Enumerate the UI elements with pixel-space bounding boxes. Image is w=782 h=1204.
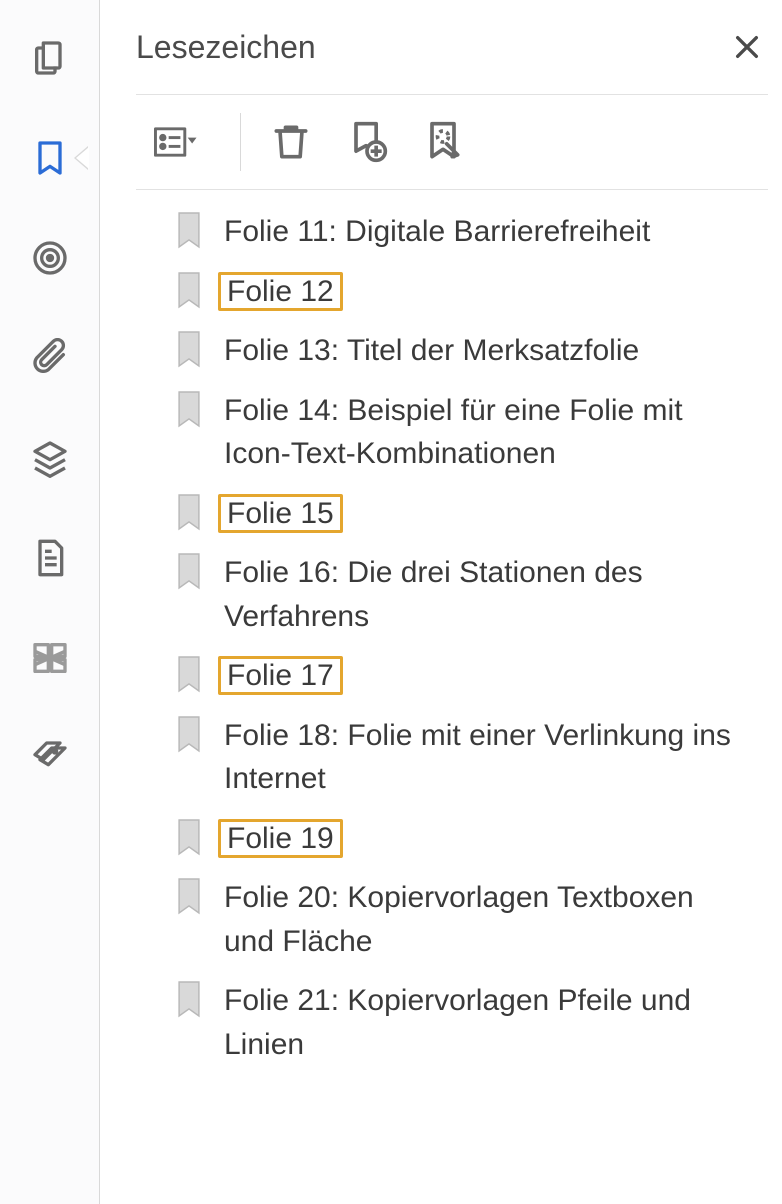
thumbnails-tab[interactable] — [26, 34, 74, 82]
locate-bookmark-button[interactable] — [417, 116, 469, 168]
bookmark-list: Folie 11: Digitale Barrierefreiheit Folie… — [136, 190, 768, 1066]
tags-tab[interactable] — [26, 734, 74, 782]
layers-tab[interactable] — [26, 434, 74, 482]
bookmark-label: Folie 17 — [224, 652, 343, 698]
bookmark-icon — [172, 876, 206, 916]
bookmarks-tab[interactable] — [26, 134, 74, 182]
bookmark-item[interactable]: Folie 11: Digitale Barrierefreiheit — [172, 208, 768, 254]
bookmark-icon — [172, 329, 206, 369]
bookmark-label: Folie 16: Die drei Stationen des Verfahr… — [224, 549, 734, 638]
bookmark-icon — [172, 714, 206, 754]
bookmark-item[interactable]: Folie 17 — [172, 652, 768, 698]
bookmark-icon — [172, 654, 206, 694]
bookmark-label: Folie 13: Titel der Merksatzfolie — [224, 327, 639, 373]
bookmark-item[interactable]: Folie 19 — [172, 815, 768, 861]
bookmark-icon — [172, 210, 206, 250]
bookmark-icon — [172, 492, 206, 532]
bookmark-icon — [172, 389, 206, 429]
bookmark-label: Folie 14: Beispiel für eine Folie mit Ic… — [224, 387, 734, 476]
grid-tab[interactable] — [26, 634, 74, 682]
bookmark-icon — [172, 979, 206, 1019]
add-bookmark-button[interactable] — [341, 116, 393, 168]
close-button[interactable] — [726, 26, 768, 68]
document-tab[interactable] — [26, 534, 74, 582]
bookmark-label: Folie 20: Kopiervorlagen Textboxen und F… — [224, 874, 734, 963]
bookmark-item[interactable]: Folie 16: Die drei Stationen des Verfahr… — [172, 549, 768, 638]
bookmark-item[interactable]: Folie 13: Titel der Merksatzfolie — [172, 327, 768, 373]
bookmark-item[interactable]: Folie 21: Kopiervorlagen Pfeile und Lini… — [172, 977, 768, 1066]
bookmark-item[interactable]: Folie 14: Beispiel für eine Folie mit Ic… — [172, 387, 768, 476]
target-tab[interactable] — [26, 234, 74, 282]
bookmark-icon — [172, 270, 206, 310]
bookmarks-panel: Lesezeichen — [100, 0, 782, 1204]
bookmark-label: Folie 21: Kopiervorlagen Pfeile und Lini… — [224, 977, 734, 1066]
bookmark-label: Folie 15 — [224, 490, 343, 536]
bookmark-label: Folie 18: Folie mit einer Verlinkung ins… — [224, 712, 734, 801]
bookmark-item[interactable]: Folie 20: Kopiervorlagen Textboxen und F… — [172, 874, 768, 963]
panel-title: Lesezeichen — [136, 29, 316, 66]
toolbar-divider — [240, 113, 241, 171]
bookmark-label: Folie 19 — [224, 815, 343, 861]
panel-header: Lesezeichen — [136, 26, 768, 95]
bookmark-icon — [172, 551, 206, 591]
bookmark-item[interactable]: Folie 12 — [172, 268, 768, 314]
attachments-tab[interactable] — [26, 334, 74, 382]
bookmarks-toolbar — [136, 95, 768, 190]
delete-bookmark-button[interactable] — [265, 116, 317, 168]
bookmark-label: Folie 11: Digitale Barrierefreiheit — [224, 208, 650, 254]
bookmark-item[interactable]: Folie 15 — [172, 490, 768, 536]
view-options-button[interactable] — [136, 116, 216, 168]
bookmark-item[interactable]: Folie 18: Folie mit einer Verlinkung ins… — [172, 712, 768, 801]
bookmark-icon — [172, 817, 206, 857]
bookmark-label: Folie 12 — [224, 268, 343, 314]
navigation-rail — [0, 0, 100, 1204]
